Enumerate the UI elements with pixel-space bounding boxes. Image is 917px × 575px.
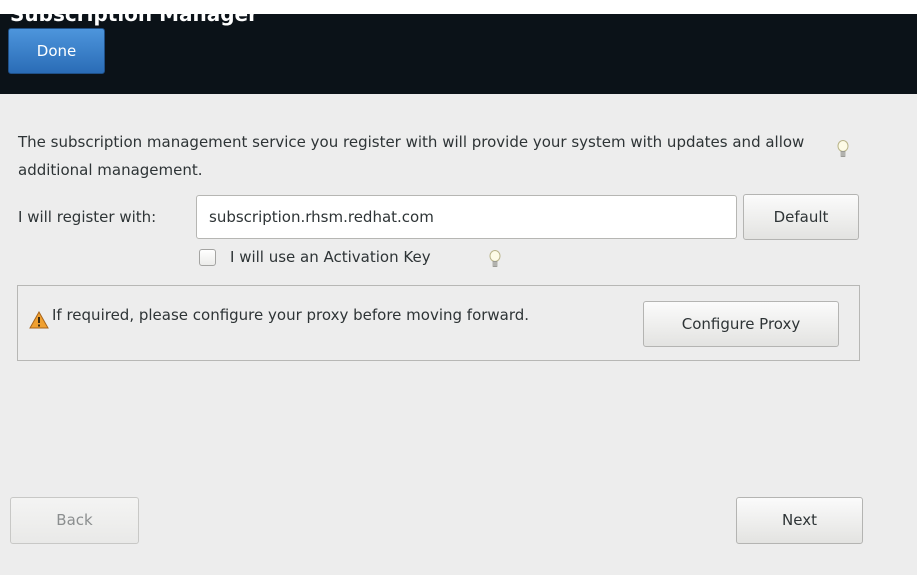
back-button[interactable]: Back [10,497,139,544]
page-title: Subscription Manager [10,14,258,26]
activation-key-label[interactable]: I will use an Activation Key [230,248,431,266]
done-button[interactable]: Done [8,28,105,74]
main-content: The subscription management service you … [0,94,917,575]
lightbulb-icon [489,250,501,267]
proxy-notice-box: If required, please configure your proxy… [17,285,860,361]
lightbulb-icon [837,140,849,157]
warning-icon [29,311,49,329]
register-label: I will register with: [18,208,157,226]
default-button[interactable]: Default [743,194,859,240]
info-text: The subscription management service you … [18,133,805,179]
header-bar: Subscription Manager Done [0,14,917,94]
server-url-input[interactable] [196,195,737,239]
next-button[interactable]: Next [736,497,863,544]
configure-proxy-button[interactable]: Configure Proxy [643,301,839,347]
activation-key-checkbox[interactable] [199,249,216,266]
proxy-message: If required, please configure your proxy… [52,306,530,324]
